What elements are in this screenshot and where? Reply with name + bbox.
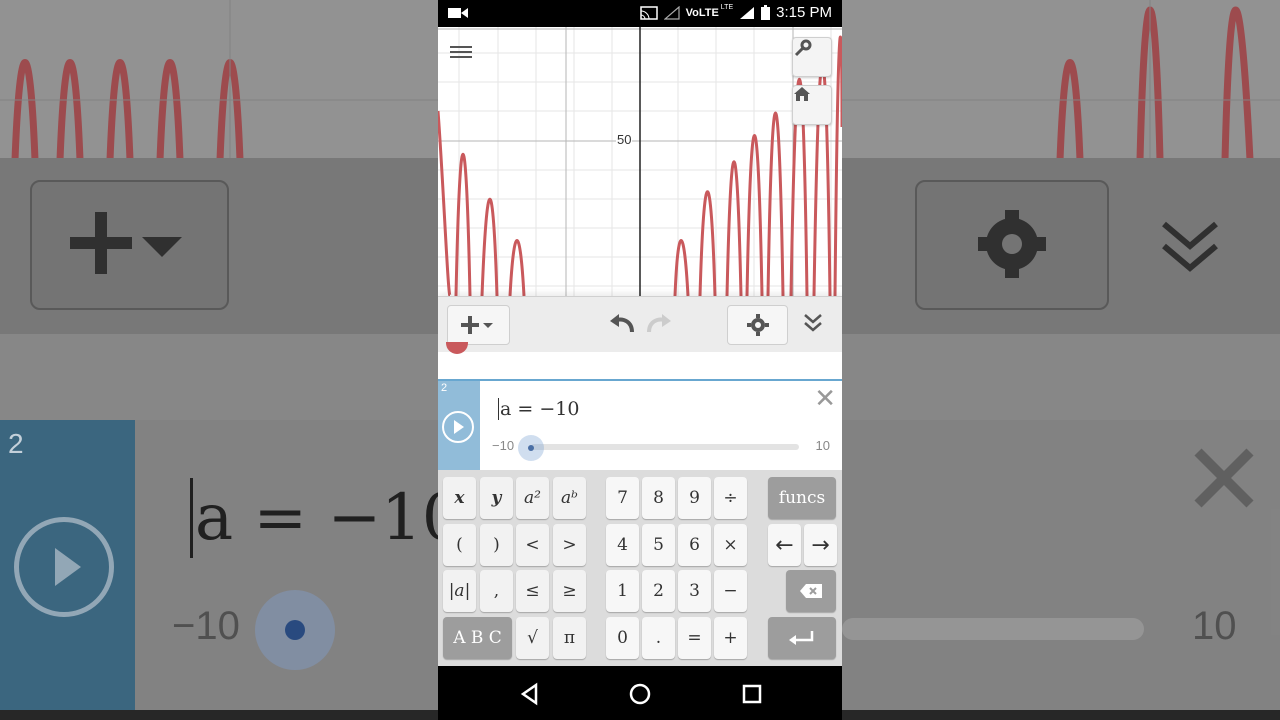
hamburger-menu-icon[interactable] — [450, 43, 472, 63]
key-pi[interactable]: π — [553, 617, 586, 659]
video-camera-icon — [448, 6, 468, 24]
key-multiply[interactable]: × — [714, 524, 747, 566]
signal-empty-icon — [663, 5, 680, 20]
key-equals[interactable]: = — [678, 617, 711, 659]
lte-label: LTE — [720, 4, 734, 11]
key-open-paren[interactable]: ( — [443, 524, 476, 566]
home-button[interactable] — [792, 85, 832, 125]
slider-track[interactable] — [531, 444, 799, 450]
graph-plot — [438, 27, 842, 296]
key-backspace[interactable] — [786, 570, 836, 612]
key-decimal[interactable]: . — [642, 617, 675, 659]
play-slider-icon[interactable] — [442, 411, 474, 443]
key-1[interactable]: 1 — [606, 570, 639, 612]
wrench-icon — [794, 39, 812, 57]
key-0[interactable]: 0 — [606, 617, 639, 659]
clock-time: 3:15 PM — [776, 4, 832, 21]
battery-icon — [761, 5, 771, 20]
collapse-list-button[interactable] — [802, 312, 824, 339]
key-abc[interactable]: A B C — [443, 617, 512, 659]
y-axis-label: 50 — [616, 132, 633, 147]
key-a-power-b[interactable]: aᵇ — [553, 477, 586, 519]
key-a-squared[interactable]: a² — [516, 477, 549, 519]
home-icon — [794, 87, 810, 101]
key-less-equal[interactable]: ≤ — [516, 570, 549, 612]
key-greater-than[interactable]: > — [553, 524, 586, 566]
phone-screen: VoLTE LTE 3:15 PM 50 2 a = −10 ✕ −10 10 … — [438, 0, 842, 720]
key-absolute-value[interactable]: |a| — [443, 570, 476, 612]
key-y[interactable]: y — [480, 477, 513, 519]
expression-row-1[interactable] — [438, 342, 842, 380]
key-6[interactable]: 6 — [678, 524, 711, 566]
add-item-button[interactable] — [447, 305, 510, 345]
recents-icon[interactable] — [738, 680, 766, 708]
row-number: 2 — [441, 382, 448, 394]
wrench-button[interactable] — [792, 37, 832, 77]
key-3[interactable]: 3 — [678, 570, 711, 612]
key-7[interactable]: 7 — [606, 477, 639, 519]
gear-icon — [746, 314, 769, 336]
key-5[interactable]: 5 — [642, 524, 675, 566]
slider-knob[interactable] — [518, 435, 544, 461]
signal-icon — [740, 6, 755, 19]
volte-label: VoLTE — [685, 6, 719, 19]
back-icon[interactable] — [516, 680, 544, 708]
key-comma[interactable]: , — [480, 570, 513, 612]
expression-row-2[interactable]: 2 a = −10 ✕ −10 10 — [438, 379, 842, 472]
key-minus[interactable]: − — [714, 570, 747, 612]
key-plus[interactable]: + — [714, 617, 747, 659]
key-enter[interactable] — [768, 617, 836, 659]
expression-input[interactable]: a = −10 — [498, 398, 579, 420]
key-left-arrow[interactable]: ← — [768, 524, 801, 566]
home-nav-icon[interactable] — [626, 680, 654, 708]
key-less-than[interactable]: < — [516, 524, 549, 566]
key-4[interactable]: 4 — [606, 524, 639, 566]
key-x[interactable]: x — [443, 477, 476, 519]
double-chevron-down-icon — [804, 314, 822, 332]
status-bar: VoLTE LTE 3:15 PM — [438, 0, 842, 27]
undo-button[interactable] — [608, 312, 636, 341]
row1-color-icon — [446, 342, 468, 354]
key-funcs[interactable]: funcs — [768, 477, 836, 519]
key-sqrt[interactable]: √ — [516, 617, 549, 659]
graph-canvas[interactable]: 50 — [438, 27, 842, 296]
key-close-paren[interactable]: ) — [480, 524, 513, 566]
slider-max-label[interactable]: 10 — [816, 438, 830, 453]
key-greater-equal[interactable]: ≥ — [553, 570, 586, 612]
enter-icon — [789, 631, 814, 645]
expression-toolbar — [438, 296, 842, 353]
row2-tab: 2 — [438, 381, 480, 472]
redo-icon — [647, 314, 671, 333]
math-keypad: x y a² aᵇ ( ) < > |a| , ≤ ≥ A B C √ π 7 … — [438, 470, 842, 666]
redo-button[interactable] — [645, 312, 673, 341]
undo-icon — [610, 314, 634, 333]
expression-text: a = −10 — [500, 398, 580, 420]
key-divide[interactable]: ÷ — [714, 477, 747, 519]
backspace-icon — [800, 584, 822, 598]
key-2[interactable]: 2 — [642, 570, 675, 612]
android-nav-bar — [438, 666, 842, 720]
slider-min-label[interactable]: −10 — [492, 438, 514, 453]
key-9[interactable]: 9 — [678, 477, 711, 519]
settings-button[interactable] — [727, 305, 788, 345]
cast-icon — [639, 5, 658, 20]
key-right-arrow[interactable]: → — [804, 524, 837, 566]
delete-expression-icon[interactable]: ✕ — [814, 385, 836, 411]
plus-dropdown-icon — [460, 316, 493, 334]
key-8[interactable]: 8 — [642, 477, 675, 519]
